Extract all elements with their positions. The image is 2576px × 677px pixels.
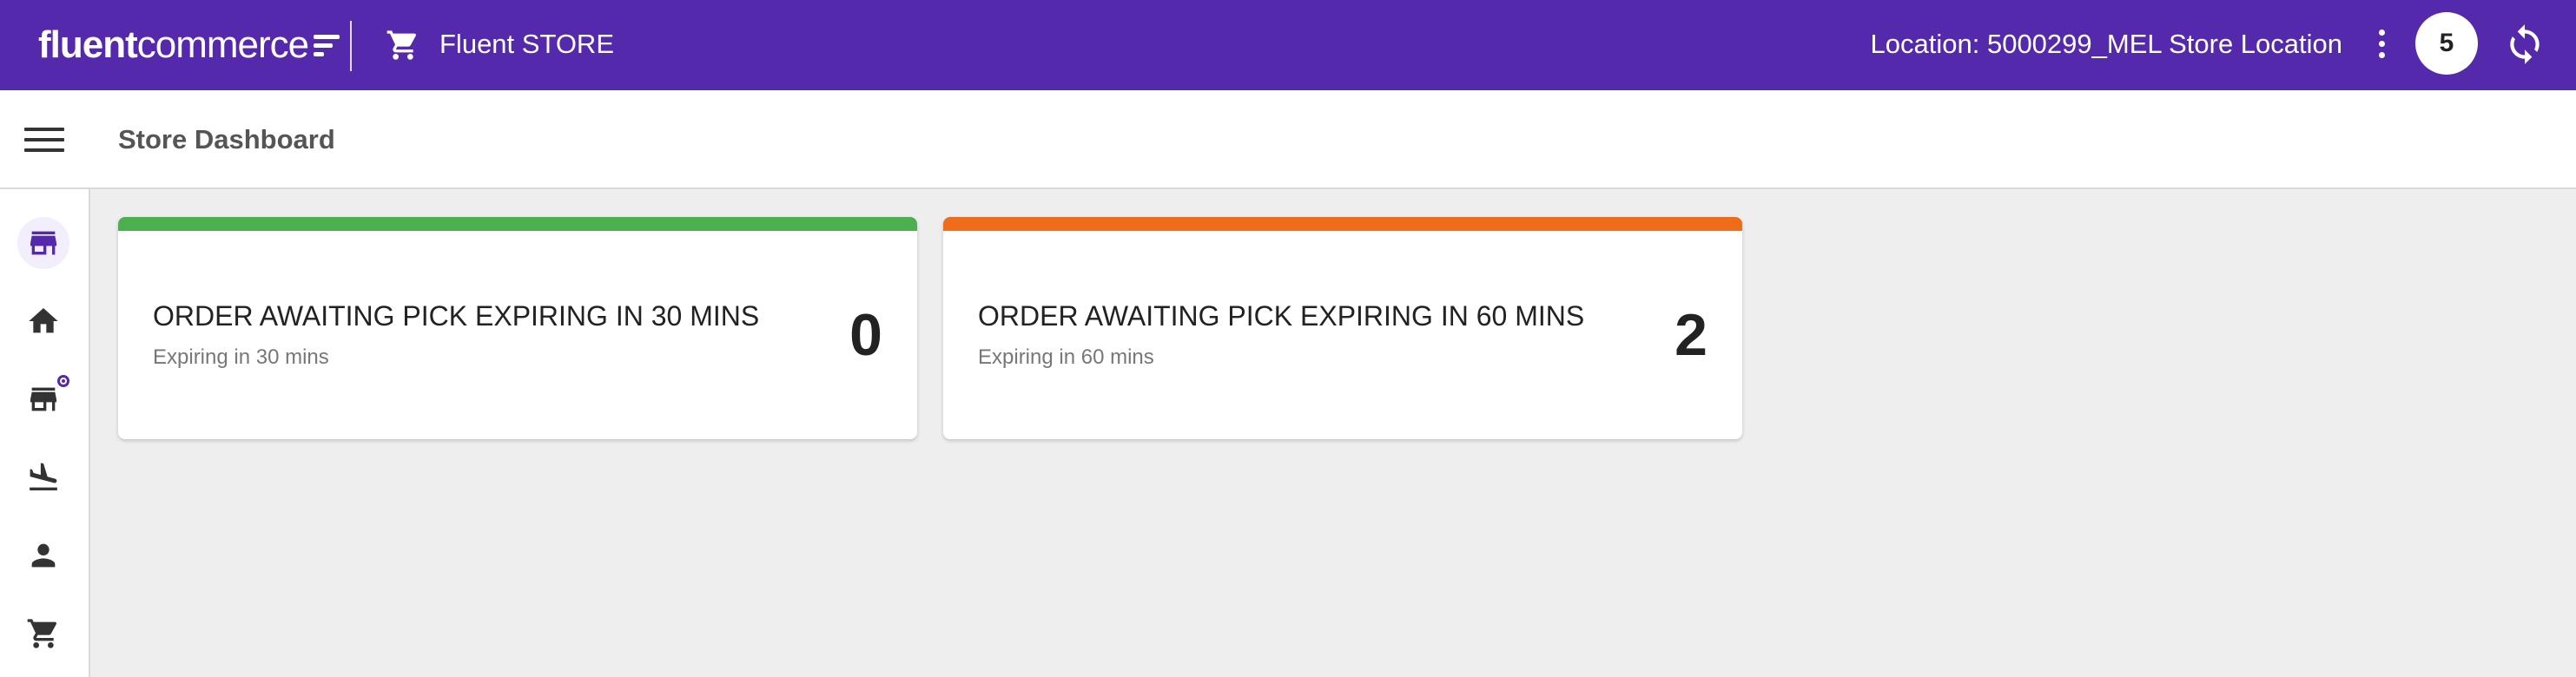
sidebar-item-stores[interactable] bbox=[17, 373, 69, 425]
card-subtitle: Expiring in 30 mins bbox=[153, 345, 329, 369]
app-title: Fluent STORE bbox=[439, 29, 615, 59]
hamburger-menu-icon[interactable] bbox=[24, 120, 64, 160]
logo-text-light: commerce bbox=[136, 23, 309, 66]
sidebar-item-arrivals[interactable] bbox=[17, 451, 69, 503]
user-avatar-badge[interactable]: 5 bbox=[2415, 12, 2478, 75]
page-title: Store Dashboard bbox=[118, 124, 335, 154]
header-divider bbox=[350, 21, 352, 71]
sidebar-item-orders[interactable] bbox=[17, 608, 69, 660]
card-status-bar bbox=[943, 217, 1742, 231]
card-count: 0 bbox=[849, 302, 882, 368]
sidebar-nav bbox=[0, 189, 90, 677]
logo-mark-icon bbox=[314, 34, 340, 56]
flight-land-icon bbox=[30, 463, 57, 490]
store-icon bbox=[30, 231, 56, 255]
dashboard-card-60-mins[interactable]: ORDER AWAITING PICK EXPIRING IN 60 MINS … bbox=[943, 217, 1742, 439]
card-title: ORDER AWAITING PICK EXPIRING IN 30 MINS bbox=[153, 300, 760, 332]
person-icon bbox=[31, 543, 56, 568]
home-icon bbox=[29, 308, 58, 333]
logo-text-bold: fluent bbox=[38, 23, 138, 66]
more-options-icon[interactable] bbox=[2364, 24, 2399, 62]
refresh-icon[interactable] bbox=[2503, 23, 2546, 66]
location-label[interactable]: Location: 5000299_MEL Store Location bbox=[1871, 24, 2342, 64]
notification-dot-icon bbox=[57, 375, 69, 387]
sidebar-item-customers[interactable] bbox=[17, 529, 69, 582]
sidebar-item-store-dashboard[interactable] bbox=[17, 217, 69, 269]
card-title: ORDER AWAITING PICK EXPIRING IN 60 MINS bbox=[978, 300, 1585, 332]
card-status-bar bbox=[118, 217, 917, 231]
dashboard-card-30-mins[interactable]: ORDER AWAITING PICK EXPIRING IN 30 MINS … bbox=[118, 217, 917, 439]
shopping-cart-icon bbox=[27, 619, 57, 648]
sidebar-item-home[interactable] bbox=[17, 295, 69, 347]
shopping-cart-icon bbox=[386, 30, 417, 60]
fluent-commerce-logo[interactable]: fluent commerce bbox=[38, 21, 340, 69]
card-subtitle: Expiring in 60 mins bbox=[978, 345, 1154, 369]
page-header: Store Dashboard bbox=[0, 90, 2576, 189]
card-count: 2 bbox=[1674, 302, 1707, 368]
top-app-bar: fluent commerce Fluent STORE Location: 50… bbox=[0, 0, 2576, 90]
store-icon bbox=[30, 387, 56, 411]
